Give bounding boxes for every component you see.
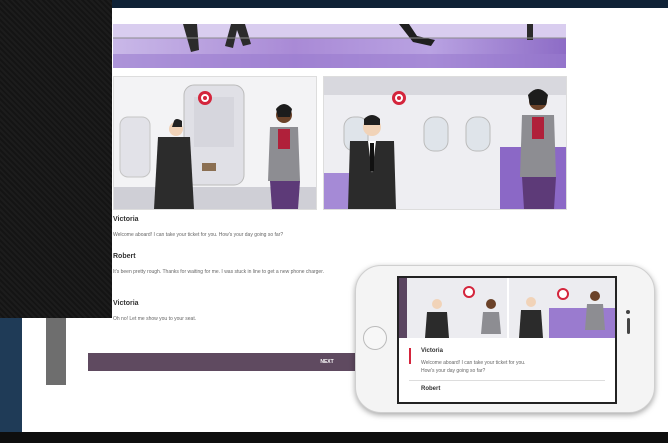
phone-dialogue-line: How's your day going so far?	[421, 368, 486, 374]
dark-overlay-panel	[0, 0, 112, 318]
home-button[interactable]	[363, 326, 387, 350]
dialogue-line: It's been pretty rough. Thanks for waiti…	[113, 269, 324, 275]
scene-1-illustration	[114, 77, 316, 209]
banner-figures	[113, 24, 566, 68]
speaker-accent-bar	[409, 348, 411, 364]
hotspot-marker-2[interactable]	[392, 91, 406, 105]
phone-speaker-name: Victoria	[421, 348, 443, 354]
scene-ticket-check	[113, 76, 317, 210]
phone-dialogue-line: Welcome aboard! I can take your ticket f…	[421, 360, 526, 366]
speaker-name: Victoria	[113, 300, 139, 307]
scene-cabin-greeting	[323, 76, 567, 210]
dialogue-line: Welcome aboard! I can take your ticket f…	[113, 232, 284, 238]
phone-next-speaker: Robert	[421, 386, 441, 392]
dialogue-line: Oh no! Let me show you to your seat.	[113, 316, 197, 322]
hotspot-marker-1[interactable]	[198, 91, 212, 105]
divider	[409, 380, 605, 381]
speaker-name: Robert	[113, 253, 136, 260]
phone-scene-illustration	[399, 278, 615, 338]
speaker-name: Victoria	[113, 216, 139, 223]
banner-illustration	[113, 24, 566, 68]
phone-screen: Victoria Welcome aboard! I can take your…	[397, 276, 617, 404]
phone-speaker	[627, 318, 630, 334]
background-bottom-bar	[0, 432, 668, 443]
phone-camera	[626, 310, 630, 314]
scene-2-illustration	[324, 77, 566, 209]
